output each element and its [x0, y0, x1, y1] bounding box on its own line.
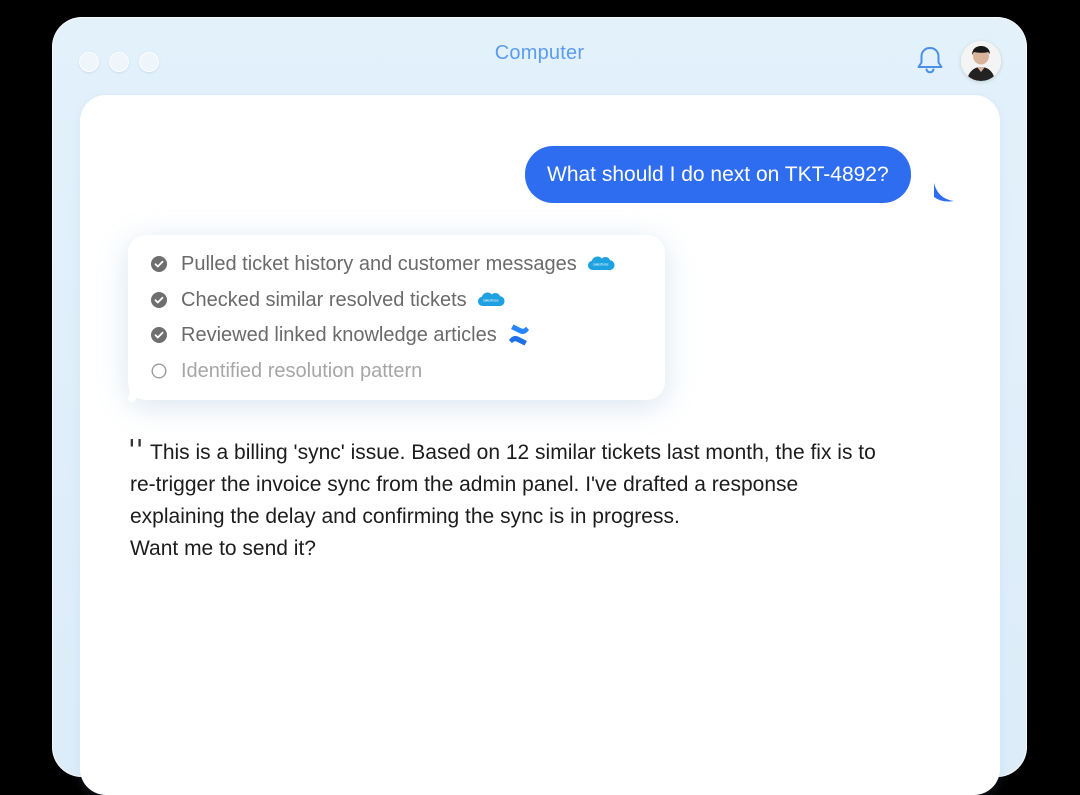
empty-circle-icon [151, 363, 167, 379]
svg-text:salesforce: salesforce [593, 263, 609, 267]
steps-card-tail [128, 385, 140, 402]
user-message-bubble: What should I do next on TKT-4892? [525, 146, 911, 203]
answer-line: explaining the delay and confirming the … [130, 505, 680, 528]
step-item: Checked similar resolved tickets salesfo… [151, 285, 505, 315]
bell-icon[interactable] [914, 44, 946, 76]
salesforce-icon: salesforce [477, 292, 505, 306]
bubble-tail [934, 183, 954, 202]
answer-line: This is a billing 'sync' issue. Based on… [150, 441, 876, 464]
agent-steps-card: Pulled ticket history and customer messa… [128, 235, 665, 400]
chat-panel: What should I do next on TKT-4892? Pulle… [80, 95, 1000, 795]
answer-line: re-trigger the invoice sync from the adm… [130, 473, 799, 496]
window-title: Computer [494, 42, 585, 64]
check-circle-icon [151, 256, 167, 272]
confluence-icon [508, 324, 529, 346]
svg-text:salesforce: salesforce [483, 299, 499, 303]
step-item: Pulled ticket history and customer messa… [151, 249, 615, 279]
step-label: Checked similar resolved tickets [181, 288, 467, 311]
check-circle-icon [151, 327, 167, 343]
answer-line: Want me to send it? [130, 537, 316, 560]
app-window: Computer What should I do next on TKT-48… [52, 17, 1027, 795]
user-avatar[interactable] [961, 41, 1001, 81]
step-label: Identified resolution pattern [181, 359, 423, 382]
step-label: Pulled ticket history and customer messa… [181, 252, 577, 275]
step-item-pending: Identified resolution pattern [151, 356, 422, 386]
step-item: Reviewed linked knowledge articles [151, 320, 531, 350]
check-circle-icon [151, 292, 167, 308]
salesforce-icon: salesforce [587, 256, 615, 270]
assistant-answer: This is a billing 'sync' issue. Based on… [130, 437, 950, 565]
step-label: Reviewed linked knowledge articles [181, 323, 497, 346]
